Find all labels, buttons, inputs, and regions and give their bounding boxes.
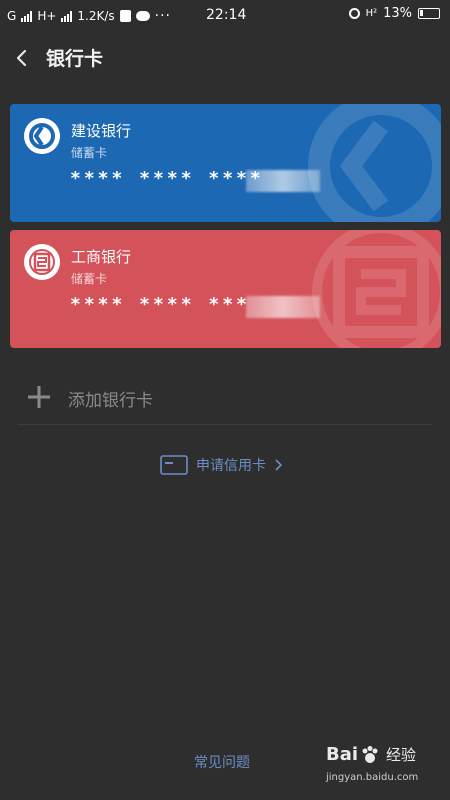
battery-percent: 13% [383, 6, 412, 21]
app-header: 银行卡 [0, 32, 450, 82]
card-bank-name: 建设银行 [71, 122, 132, 140]
card-bank-name: 工商银行 [71, 248, 132, 266]
apply-credit-card-link[interactable]: 申请信用卡 [160, 454, 282, 476]
status-left: G H+ 1.2K/s ··· [7, 8, 171, 24]
add-bank-card-label: 添加银行卡 [68, 391, 153, 411]
ccb-watermark-icon [308, 104, 441, 222]
ccb-logo-icon [24, 118, 60, 154]
notification-app-icon [119, 10, 131, 22]
apply-credit-card-label: 申请信用卡 [196, 458, 266, 474]
status-bar: G H+ 1.2K/s ··· 22:14 H² 13% [0, 0, 450, 32]
status-time: 22:14 [206, 7, 247, 23]
plus-icon [28, 386, 50, 408]
baidu-jingyan-text: 经验 [386, 746, 417, 764]
add-bank-card-button[interactable]: 添加银行卡 [18, 372, 432, 425]
baidu-jingyan-watermark: Bai 经验 jingyan.baidu.com [326, 744, 436, 788]
signal-icon [61, 10, 73, 22]
icbc-watermark-icon [312, 230, 441, 348]
card-type-label: 储蓄卡 [71, 146, 108, 160]
baidu-brand-text: Bai [326, 744, 359, 765]
signal-icon [21, 10, 33, 22]
chat-icon [135, 11, 150, 21]
baidu-logo: Bai 经验 [326, 744, 416, 765]
bank-card-icbc[interactable]: 工商银行 储蓄卡 **** **** *** [10, 230, 441, 348]
card-number-blurred [246, 170, 320, 192]
card-number-masked: **** **** **** [70, 168, 264, 189]
card-type-label: 储蓄卡 [71, 272, 108, 286]
more-notifications-icon: ··· [154, 8, 171, 24]
chevron-right-icon [275, 459, 282, 471]
baidu-url: jingyan.baidu.com [326, 772, 419, 783]
icbc-logo-icon [24, 244, 60, 280]
page-title: 银行卡 [46, 48, 104, 70]
card-number-masked: **** **** *** [70, 294, 250, 315]
bank-card-ccb[interactable]: 建设银行 储蓄卡 **** **** **** [10, 104, 441, 222]
hd-voice-label: H² [365, 7, 378, 19]
back-arrow-icon[interactable] [14, 49, 30, 67]
alarm-icon [348, 8, 360, 19]
battery-icon [418, 8, 440, 19]
baidu-paw-icon [362, 745, 378, 763]
card-number-blurred [246, 296, 320, 318]
network-speed: 1.2K/s [77, 9, 115, 23]
network-g-label: G [7, 9, 17, 23]
faq-link[interactable]: 常见问题 [194, 752, 250, 772]
network-h-label: H+ [37, 9, 57, 23]
status-right: H² 13% [348, 6, 440, 21]
credit-card-icon [160, 455, 188, 475]
